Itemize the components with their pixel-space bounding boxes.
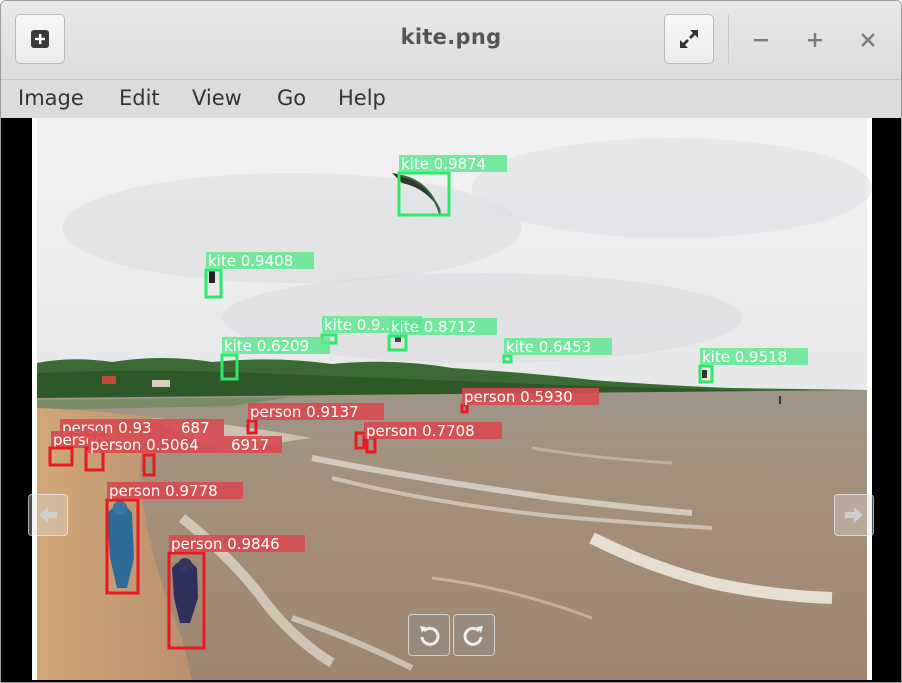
next-image-button[interactable] (834, 494, 874, 536)
detection-kite-4: kite 0.8712 (387, 318, 497, 352)
previous-image-button[interactable] (28, 494, 68, 536)
new-window-button[interactable] (15, 14, 65, 64)
detection-kite-7: kite 0.9518 (698, 348, 808, 384)
person-label: person 0.5064 (90, 436, 199, 454)
detection-person-8: person 0.9846 (167, 535, 305, 650)
close-button[interactable] (851, 23, 885, 57)
person-label: person 0.7708 (366, 422, 475, 440)
kite-label: kite 0.6209 (224, 337, 309, 355)
image-viewer-window: kite.png Image Edit View Go Help kite 0.… (0, 0, 902, 683)
detection-person-3: person 0.7708 (354, 422, 502, 454)
person-label: person 0.9846 (171, 535, 280, 553)
person-label: 6917 (231, 436, 269, 454)
detection-kite-1: kite 0.9874 (397, 155, 507, 217)
menu-go[interactable]: Go (277, 86, 306, 110)
titlebar-separator (728, 15, 729, 65)
detection-person-6: person 0.5064 6917 (84, 436, 282, 477)
title-bar: kite.png (1, 1, 901, 80)
detection-kite-2: kite 0.9408 (204, 252, 314, 299)
minimize-button[interactable] (744, 23, 778, 57)
person-label: person 0.9137 (250, 403, 359, 421)
arrow-right-icon (845, 507, 863, 523)
rotate-clockwise-icon (463, 626, 483, 646)
detection-kite-5: kite 0.6209 (220, 337, 330, 381)
menu-view[interactable]: View (192, 86, 242, 110)
detection-person-2: person 0.9137 (246, 403, 384, 435)
kite-label: kite 0.6453 (506, 338, 591, 356)
rotate-counterclockwise-icon (420, 626, 440, 646)
detection-kite-6: kite 0.6453 (502, 338, 612, 364)
person-label: person 0.9778 (109, 482, 218, 500)
kite-label: kite 0.9... (324, 316, 395, 334)
minimize-icon (754, 39, 768, 42)
image-canvas: kite 0.9874 kite 0.9408 kite 0.9... kite… (1, 118, 901, 682)
detection-overlay: kite 0.9874 kite 0.9408 kite 0.9... kite… (48, 155, 808, 650)
plus-square-icon (31, 30, 49, 48)
kite-label: kite 0.8712 (391, 318, 476, 336)
rotate-left-button[interactable] (408, 614, 450, 656)
maximize-button[interactable] (798, 23, 832, 57)
close-icon (861, 33, 875, 47)
kite-label: kite 0.9408 (208, 252, 293, 270)
person-label: 687 (181, 419, 210, 437)
kite-label: kite 0.9518 (702, 348, 787, 366)
kite-label: kite 0.9874 (401, 155, 486, 173)
menu-help[interactable]: Help (338, 86, 386, 110)
arrow-left-icon (39, 507, 57, 523)
menu-edit[interactable]: Edit (119, 86, 160, 110)
person-label: person 0.5930 (464, 388, 573, 406)
fullscreen-button[interactable] (664, 14, 714, 64)
rotate-right-button[interactable] (453, 614, 495, 656)
menu-image[interactable]: Image (18, 86, 84, 110)
maximize-icon (808, 33, 822, 47)
fullscreen-arrows-icon (680, 30, 698, 48)
detection-person-1: person 0.5930 (460, 388, 599, 414)
window-title: kite.png (400, 25, 502, 49)
menu-bar: Image Edit View Go Help (1, 80, 901, 118)
